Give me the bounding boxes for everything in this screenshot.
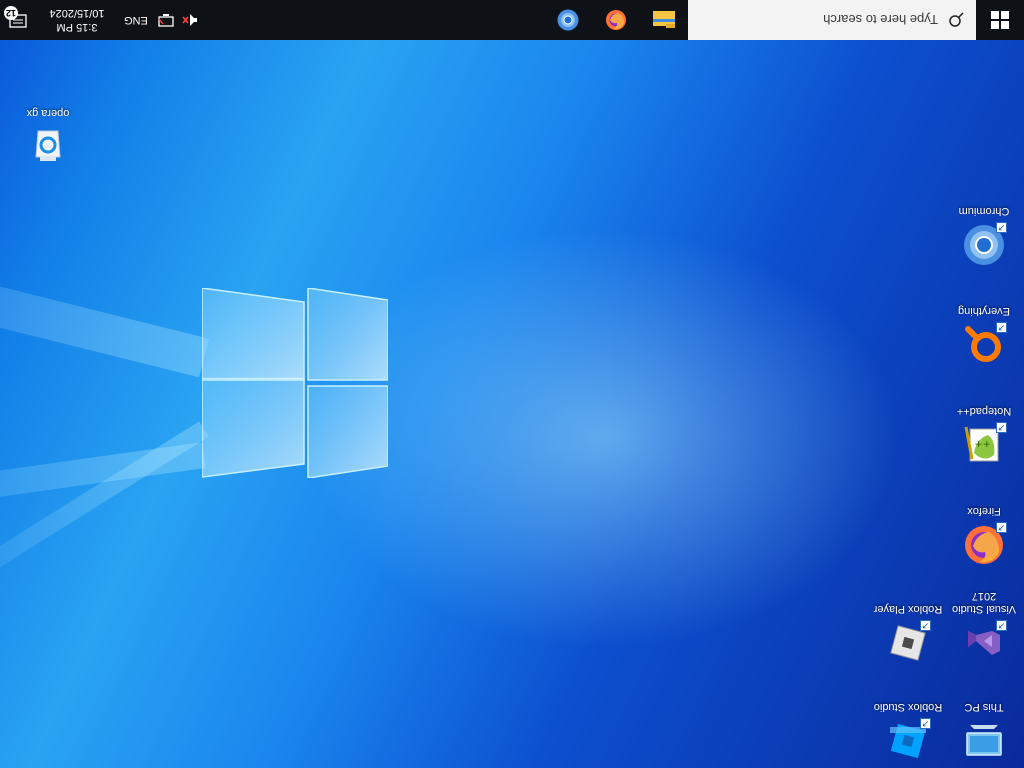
everything-search-icon: ↗ bbox=[959, 320, 1009, 370]
light-beam bbox=[0, 227, 209, 378]
roblox-studio-icon: ↗ bbox=[883, 716, 933, 766]
desktop-icon-chromium[interactable]: ↗ Chromium bbox=[946, 204, 1022, 270]
roblox-player-icon: ↗ bbox=[883, 618, 933, 668]
system-tray: ENG 3:15 PM 10/15/2024 12 bbox=[0, 0, 202, 40]
taskbar: Type here to search ENG 3:15 PM 10/15/20… bbox=[0, 0, 1024, 40]
desktop-icon-label: Roblox Player bbox=[873, 603, 943, 615]
chromium-icon: ↗ bbox=[959, 220, 1009, 270]
desktop-icon-this-pc[interactable]: This PC bbox=[946, 700, 1022, 766]
network-button[interactable] bbox=[154, 0, 178, 40]
clock-date: 10/15/2024 bbox=[49, 7, 105, 19]
shortcut-arrow-icon: ↗ bbox=[996, 522, 1007, 533]
action-center-button[interactable]: 12 bbox=[0, 0, 36, 40]
language-indicator[interactable]: ENG bbox=[118, 0, 154, 40]
taskbar-chromium[interactable] bbox=[544, 0, 592, 40]
desktop-icon-notepad-plus-plus[interactable]: ++ ↗ Notepad++ bbox=[946, 404, 1022, 470]
desktop-screen: This PC ↗ Visual Studio 2017 ↗ Firefox +… bbox=[0, 0, 1024, 768]
volume-muted-icon bbox=[182, 14, 197, 26]
firefox-icon bbox=[606, 10, 626, 30]
desktop-icon-firefox[interactable]: ↗ Firefox bbox=[946, 504, 1022, 570]
notification-badge: 12 bbox=[4, 6, 18, 20]
shortcut-arrow-icon: ↗ bbox=[920, 620, 931, 631]
taskbar-firefox[interactable] bbox=[592, 0, 640, 40]
clock[interactable]: 3:15 PM 10/15/2024 bbox=[36, 6, 118, 34]
volume-button[interactable] bbox=[178, 0, 202, 40]
chromium-icon bbox=[557, 9, 579, 31]
search-icon bbox=[949, 12, 964, 27]
visual-studio-icon: ↗ bbox=[959, 618, 1009, 668]
desktop-icon-label: Firefox bbox=[967, 505, 1001, 517]
search-placeholder: Type here to search bbox=[823, 12, 938, 28]
desktop-icon-label: Chromium bbox=[958, 205, 1010, 217]
windows-start-icon bbox=[991, 11, 1009, 29]
desktop-icon-roblox-studio[interactable]: ↗ Roblox Studio bbox=[870, 700, 946, 766]
shortcut-arrow-icon: ↗ bbox=[996, 322, 1007, 333]
desktop-icon-label: opera gx bbox=[26, 107, 70, 119]
taskbar-file-explorer[interactable] bbox=[640, 0, 688, 40]
network-icon bbox=[158, 14, 174, 27]
desktop-icon-label: Everything bbox=[958, 305, 1010, 317]
desktop-icon-everything[interactable]: ↗ Everything bbox=[946, 304, 1022, 370]
taskbar-search-box[interactable]: Type here to search bbox=[688, 0, 976, 40]
folder-icon bbox=[653, 11, 675, 28]
shortcut-arrow-icon: ↗ bbox=[920, 718, 931, 729]
desktop-icon-visual-studio[interactable]: ↗ Visual Studio 2017 bbox=[946, 589, 1022, 668]
desktop-icon-roblox-player[interactable]: ↗ Roblox Player bbox=[870, 602, 946, 668]
desktop-icon-label: Notepad++ bbox=[956, 405, 1012, 417]
opera-gx-installer-icon bbox=[23, 122, 73, 172]
windows-logo bbox=[202, 288, 388, 478]
desktop-icon-label: Roblox Studio bbox=[873, 701, 943, 713]
shortcut-arrow-icon: ↗ bbox=[996, 222, 1007, 233]
svg-text:++: ++ bbox=[974, 438, 991, 449]
shortcut-arrow-icon: ↗ bbox=[996, 620, 1007, 631]
clock-time: 3:15 PM bbox=[56, 21, 98, 33]
firefox-icon: ↗ bbox=[959, 520, 1009, 570]
shortcut-arrow-icon: ↗ bbox=[996, 422, 1007, 433]
desktop-icon-opera-gx[interactable]: opera gx bbox=[10, 106, 86, 172]
desktop-icon-label: This PC bbox=[964, 701, 1004, 713]
start-button[interactable] bbox=[976, 0, 1024, 40]
this-pc-icon bbox=[959, 716, 1009, 766]
notepad-plus-plus-icon: ++ ↗ bbox=[959, 420, 1009, 470]
desktop-icon-label: Visual Studio 2017 bbox=[952, 590, 1017, 615]
light-beam bbox=[0, 421, 209, 639]
